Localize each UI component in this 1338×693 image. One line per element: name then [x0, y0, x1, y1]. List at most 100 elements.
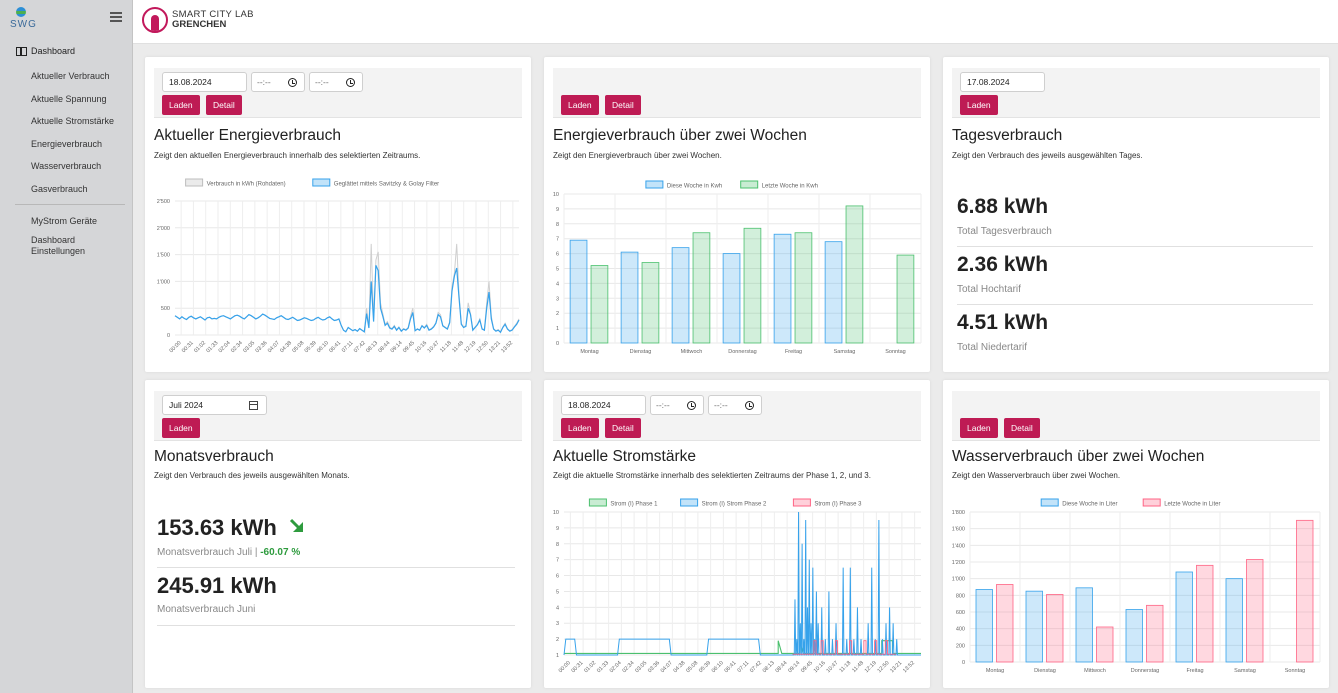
- sidebar-item-wasserverbrauch[interactable]: Wasserverbrauch: [31, 160, 114, 183]
- top-header: SMART CITY LAB GRENCHEN: [133, 0, 1338, 44]
- y-tick-label: 0: [167, 333, 170, 339]
- date-input[interactable]: 17.08.2024: [960, 72, 1045, 92]
- detail-button[interactable]: Detail: [206, 95, 242, 115]
- time-from-input[interactable]: --:--: [251, 72, 305, 92]
- bar: [975, 589, 993, 663]
- x-tick-label: 04:38: [673, 660, 687, 674]
- x-tick-label: 07:11: [341, 340, 355, 354]
- time-to-value: --:--: [714, 400, 728, 410]
- sidebar-nav-secondary: MyStrom Geräte Dashboard Einstellungen: [31, 216, 101, 265]
- x-tick-label: 01:33: [205, 340, 219, 354]
- sidebar-nav: Aktueller Verbrauch Aktuelle Spannung Ak…: [31, 70, 114, 205]
- legend-swatch: [740, 180, 759, 189]
- date-input[interactable]: 18.08.2024: [162, 72, 247, 92]
- sidebar-item-dashboard-einstellungen[interactable]: Dashboard Einstellungen: [31, 235, 101, 257]
- x-tick-label: 05:39: [304, 340, 318, 354]
- legend-swatch: [680, 498, 699, 507]
- card-description: Zeigt den Energieverbrauch über zwei Woc…: [553, 151, 722, 160]
- load-button[interactable]: Laden: [960, 95, 998, 115]
- detail-button[interactable]: Detail: [605, 418, 641, 438]
- calendar-icon: [249, 401, 258, 410]
- y-tick-label: 1'600: [952, 527, 965, 533]
- time-from-input[interactable]: --:--: [650, 395, 704, 415]
- bar: [773, 233, 792, 344]
- bar: [641, 262, 660, 344]
- high-tariff-value: 2.36 kWh: [957, 253, 1049, 276]
- load-button[interactable]: Laden: [561, 418, 599, 438]
- card-controls: 18.08.2024 --:-- --:-- Laden Detail: [154, 68, 522, 118]
- card-description: Zeigt den aktuellen Energieverbrauch inn…: [154, 151, 421, 160]
- sidebar-item-gasverbrauch[interactable]: Gasverbrauch: [31, 183, 114, 206]
- bar: [1225, 578, 1243, 663]
- x-tick-label: 08:13: [365, 340, 379, 354]
- brand-logo[interactable]: SMART CITY LAB GRENCHEN: [142, 7, 254, 33]
- bar: [1175, 571, 1193, 663]
- x-tick-label: 01:33: [596, 660, 610, 674]
- x-tick-label: 10:16: [813, 660, 827, 674]
- card-title: Aktuelle Stromstärke: [553, 448, 696, 465]
- clock-icon: [288, 77, 297, 87]
- detail-button[interactable]: Detail: [1004, 418, 1040, 438]
- x-tick-label: 06:41: [724, 660, 738, 674]
- card-title: Aktueller Energieverbrauch: [154, 127, 341, 144]
- time-to-input[interactable]: --:--: [309, 72, 363, 92]
- card-controls: 17.08.2024 Laden: [952, 68, 1320, 118]
- load-button[interactable]: Laden: [162, 418, 200, 438]
- sidebar-item-aktuelle-stromstaerke[interactable]: Aktuelle Stromstärke: [31, 115, 114, 138]
- legend-swatch: [1040, 498, 1059, 507]
- y-tick-label: 4: [556, 605, 559, 611]
- y-tick-label: 6: [556, 574, 559, 580]
- load-button[interactable]: Laden: [162, 95, 200, 115]
- month-previous-value: 245.91 kWh: [157, 573, 277, 598]
- y-tick-label: 1'500: [157, 253, 170, 259]
- y-tick-label: 2'500: [157, 199, 170, 205]
- y-tick-label: 7: [556, 237, 559, 243]
- bar: [620, 251, 639, 344]
- card-controls: Juli 2024 Laden: [154, 391, 522, 441]
- card-current: 18.08.2024 --:-- --:-- Laden Detail Aktu…: [544, 380, 930, 688]
- sidebar-item-aktuelle-spannung[interactable]: Aktuelle Spannung: [31, 93, 114, 116]
- detail-button[interactable]: Detail: [605, 95, 641, 115]
- sidebar-item-energieverbrauch[interactable]: Energieverbrauch: [31, 138, 114, 161]
- y-tick-label: 1'800: [952, 510, 965, 516]
- x-tick-label: 03:36: [255, 340, 269, 354]
- y-tick-label: 1'200: [952, 560, 965, 566]
- x-tick-label: 00:31: [571, 660, 585, 674]
- x-tick-label: 09:14: [787, 660, 801, 674]
- clock-icon: [346, 77, 355, 87]
- sidebar: SWG Dashboard Aktueller Verbrauch Aktuel…: [0, 0, 133, 693]
- month-current-value: 153.63 kWh: [157, 515, 277, 540]
- load-button[interactable]: Laden: [960, 418, 998, 438]
- legend-swatch: [1142, 498, 1161, 507]
- low-tariff-value: 4.51 kWh: [957, 311, 1049, 334]
- sidebar-item-mystrom-geraete[interactable]: MyStrom Geräte: [31, 216, 101, 227]
- x-tick-label: 13:52: [902, 660, 916, 674]
- y-tick-label: 10: [553, 510, 559, 516]
- y-tick-label: 200: [956, 643, 965, 649]
- swg-logo[interactable]: SWG: [10, 7, 36, 30]
- x-category-label: Dienstag: [630, 349, 652, 355]
- bar: [569, 239, 588, 344]
- y-tick-label: 8: [556, 542, 559, 548]
- x-tick-label: 04:07: [660, 660, 674, 674]
- y-tick-label: 600: [956, 610, 965, 616]
- menu-toggle-icon[interactable]: [110, 12, 122, 24]
- card-controls: Laden Detail: [952, 391, 1320, 441]
- sidebar-item-dashboard[interactable]: Dashboard: [16, 46, 75, 56]
- card-energy-current: 18.08.2024 --:-- --:-- Laden Detail Aktu…: [145, 57, 531, 372]
- water-bar-chart: Diese Woche in Liter Letzte Woche in Lite…: [952, 498, 1321, 674]
- brand-line2: GRENCHEN: [172, 19, 227, 30]
- x-category-label: Donnerstag: [1131, 668, 1159, 674]
- smart-city-lab-icon: [142, 7, 168, 33]
- time-to-input[interactable]: --:--: [708, 395, 762, 415]
- month-input[interactable]: Juli 2024: [162, 395, 267, 415]
- sidebar-divider: [15, 204, 125, 205]
- x-tick-label: 09:45: [800, 660, 814, 674]
- clock-icon: [745, 400, 754, 410]
- x-tick-label: 00:31: [181, 340, 195, 354]
- card-description: Zeigt den Verbrauch des jeweils ausgewäh…: [952, 151, 1143, 160]
- load-button[interactable]: Laden: [561, 95, 599, 115]
- sidebar-item-aktueller-verbrauch[interactable]: Aktueller Verbrauch: [31, 70, 114, 93]
- x-tick-label: 13:21: [488, 340, 502, 354]
- date-input[interactable]: 18.08.2024: [561, 395, 646, 415]
